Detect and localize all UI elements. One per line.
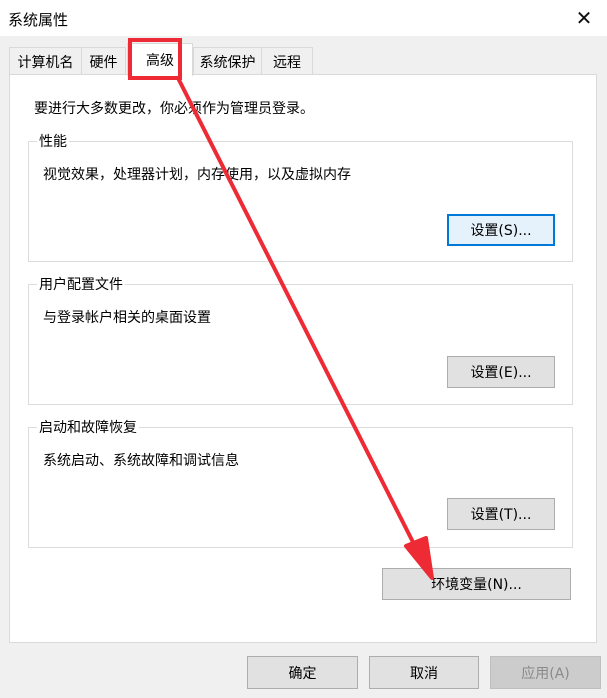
apply-button: 应用(A) [490,656,601,689]
group-user-profiles-title: 用户配置文件 [37,274,125,294]
tab-remote[interactable]: 远程 [261,47,313,75]
user-profiles-settings-button[interactable]: 设置(E)... [447,356,555,388]
tab-advanced[interactable]: 高级 [127,43,193,76]
title-bar: 系统属性 ✕ [0,0,607,36]
cancel-button[interactable]: 取消 [369,656,479,689]
startup-recovery-settings-button[interactable]: 设置(T)... [447,498,555,530]
tab-system-protection[interactable]: 系统保护 [193,47,262,75]
group-user-profiles: 用户配置文件 与登录帐户相关的桌面设置 设置(E)... [28,274,573,405]
group-performance: 性能 视觉效果，处理器计划，内存使用，以及虚拟内存 设置(S)... [28,131,573,262]
tab-computer-name[interactable]: 计算机名 [9,47,82,75]
group-startup-recovery: 启动和故障恢复 系统启动、系统故障和调试信息 设置(T)... [28,417,573,548]
tab-hardware[interactable]: 硬件 [81,47,126,75]
group-user-profiles-desc: 与登录帐户相关的桌面设置 [43,310,211,326]
group-performance-desc: 视觉效果，处理器计划，内存使用，以及虚拟内存 [43,167,351,183]
group-performance-title: 性能 [37,131,69,151]
admin-notice: 要进行大多数更改，你必须作为管理员登录。 [34,101,314,117]
performance-settings-button[interactable]: 设置(S)... [447,214,555,246]
ok-button[interactable]: 确定 [247,656,358,689]
group-startup-recovery-desc: 系统启动、系统故障和调试信息 [43,453,239,469]
environment-variables-button[interactable]: 环境变量(N)... [382,568,571,600]
close-icon[interactable]: ✕ [561,0,607,36]
group-startup-recovery-title: 启动和故障恢复 [37,417,139,437]
window-title: 系统属性 [8,11,69,29]
